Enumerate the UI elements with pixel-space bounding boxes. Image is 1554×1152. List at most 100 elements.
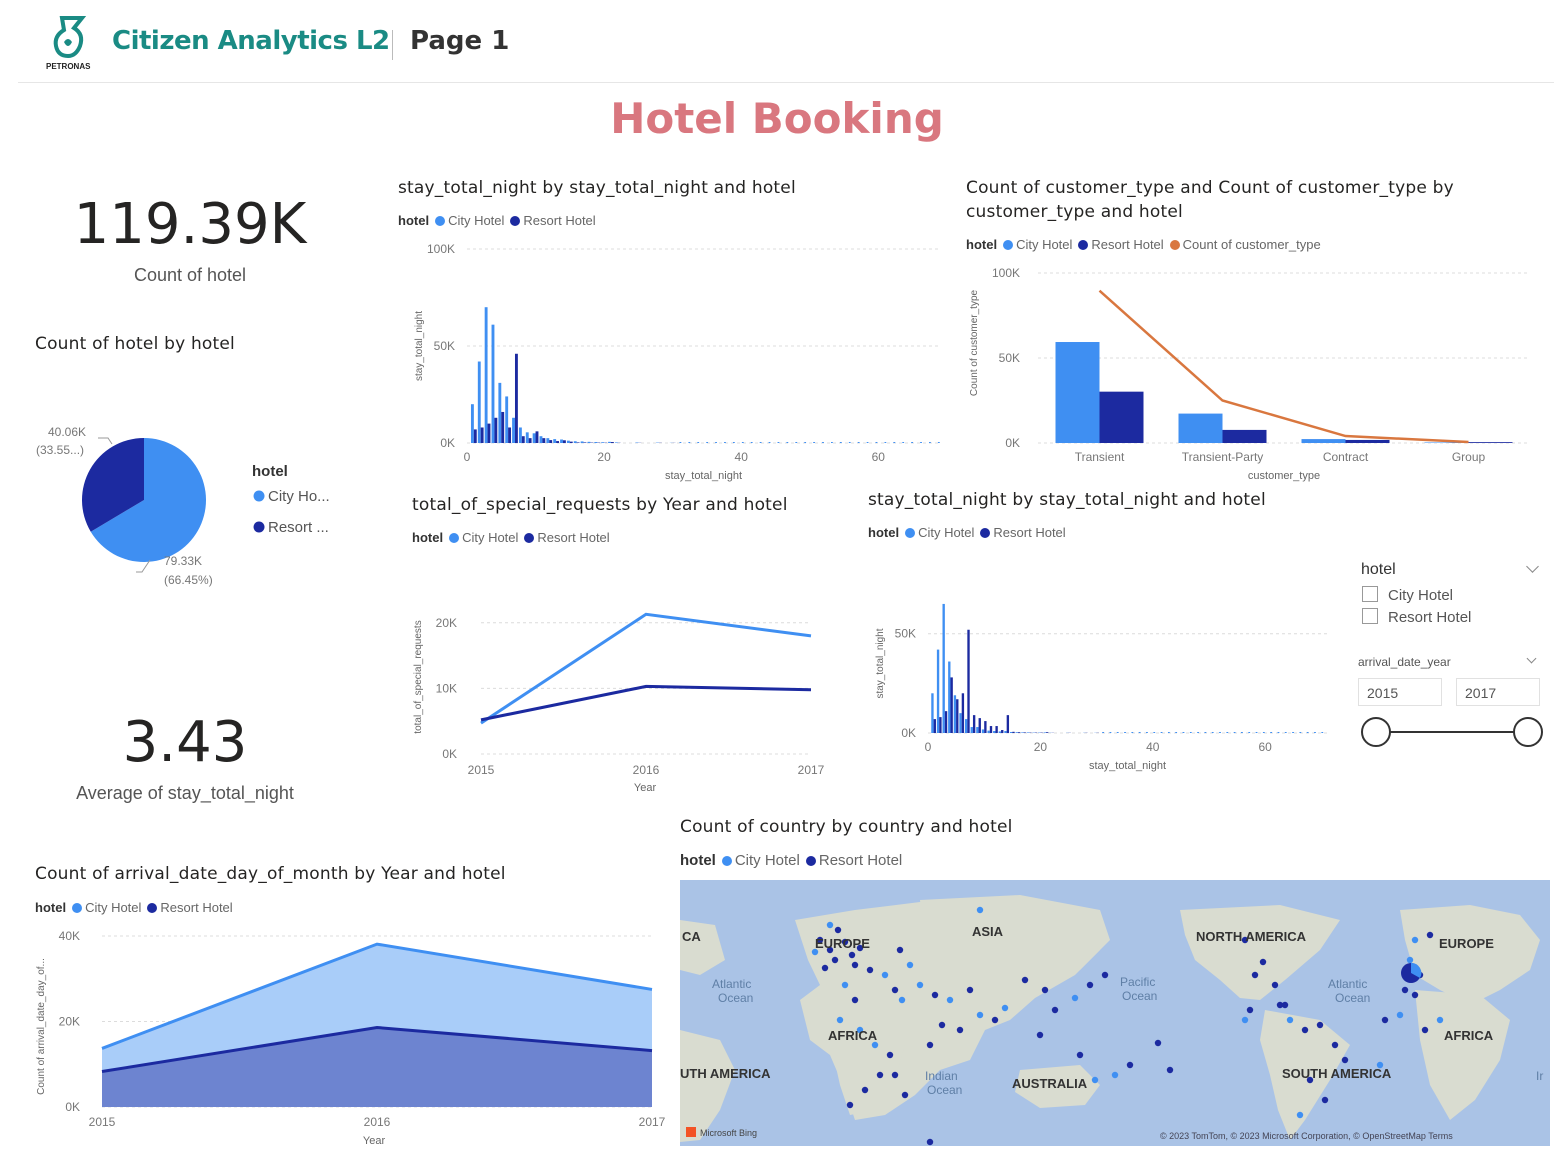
bar-resort (956, 699, 959, 733)
y-tick-label: 0K (901, 726, 916, 740)
bar-city (470, 404, 474, 443)
tail-bar (1248, 732, 1251, 733)
map-bubble (916, 981, 924, 989)
requests-chart[interactable]: 0K 10K 20K 2015 2016 2017 Year total_of_special… (405, 580, 835, 800)
bar-city (614, 442, 618, 443)
x-axis-label: stay_total_night (1089, 760, 1166, 772)
tail-bar (839, 442, 842, 443)
map-bubble (826, 921, 834, 929)
hotel-slicer-option-city[interactable]: City Hotel (1362, 586, 1453, 604)
x-tick-label: Transient-Party (1182, 450, 1264, 464)
tail-bar (831, 442, 833, 443)
tail-bar (884, 442, 887, 443)
tail-bar (1124, 732, 1126, 733)
bar-resort (569, 441, 573, 443)
bar-city (1301, 439, 1346, 443)
tail-bar (1321, 732, 1324, 733)
map-bubble (1036, 1031, 1044, 1039)
bar-resort (1023, 732, 1026, 733)
bar-resort (528, 438, 532, 443)
y-tick-label: 0K (440, 436, 455, 450)
bar-resort (984, 721, 987, 733)
area-chart[interactable]: 0K 20K 40K 2015 2016 2017 Year Count of arrival… (30, 925, 675, 1150)
bar-resort (494, 417, 498, 443)
tail-bar (1189, 732, 1192, 733)
map-bubble (1166, 1066, 1174, 1074)
hist1-legend: hotel City Hotel Resort Hotel (398, 213, 602, 228)
map-bubble (956, 1026, 964, 1034)
bar-city (1009, 732, 1013, 733)
header-divider (18, 82, 1554, 83)
svg-text:Indian: Indian (925, 1069, 958, 1083)
hist1-chart[interactable]: 0K 50K 100K 0 20 40 60 stay_total_night stay_tot… (395, 236, 950, 488)
hotel-slicer-option-resort[interactable]: Resort Hotel (1362, 608, 1471, 626)
bar-resort (1222, 429, 1267, 443)
bar-resort (576, 442, 580, 443)
bar-resort (487, 423, 491, 443)
x-tick-label: 2016 (633, 763, 660, 777)
bar-city (1021, 732, 1024, 733)
tail-bar (804, 442, 807, 443)
custtype-chart[interactable]: 0K 50K 100K Transient Transient-Party Contrac… (960, 260, 1540, 490)
x-tick-label: 2015 (89, 1115, 116, 1129)
hist2-chart[interactable]: 0K 50K 0 20 40 60 stay_total_night stay_total_n… (865, 575, 1335, 780)
page-name[interactable]: Page 1 (410, 26, 509, 56)
logo-text: PETRONAS (46, 62, 91, 71)
bar-resort (1468, 442, 1513, 443)
map-bubble (831, 956, 839, 964)
bar-resort (967, 629, 970, 733)
world-map[interactable]: CA EUROPE ASIA NORTH AMERICA EUROPE AFRI… (680, 880, 1550, 1146)
requests-title: total_of_special_requests by Year and ho… (412, 495, 788, 515)
tail-bar (724, 442, 726, 443)
year-range-slider[interactable] (1356, 714, 1550, 754)
x-tick-label: Contract (1323, 450, 1369, 464)
map-canvas[interactable]: CA EUROPE ASIA NORTH AMERICA EUROPE AFRI… (680, 880, 1550, 1146)
map-bubble (881, 971, 889, 979)
map-bubble (991, 1016, 999, 1024)
year-from-input[interactable]: 2015 (1358, 678, 1442, 706)
map-bubble (906, 961, 914, 969)
tail-bar (1175, 732, 1178, 733)
svg-text:Ocean: Ocean (718, 991, 753, 1005)
bar-resort (480, 427, 484, 443)
tail-bar (750, 442, 753, 443)
bar-resort (610, 442, 614, 443)
bar-city (1178, 413, 1223, 443)
bar-city (505, 396, 509, 443)
y-tick-label: 20K (436, 616, 457, 630)
tail-bar (1102, 732, 1105, 733)
y-tick-label: 50K (895, 627, 916, 641)
map-bubble (946, 996, 954, 1004)
tail-bar (1204, 732, 1207, 733)
map-bubble (821, 964, 829, 972)
tail-bar (679, 442, 682, 443)
bar-city (546, 438, 550, 443)
tail-bar (768, 442, 771, 443)
map-bubble (1041, 986, 1049, 994)
y-tick-label: 40K (59, 929, 80, 943)
bar-city (560, 439, 563, 443)
year-slicer-chevron-down-icon[interactable] (1526, 653, 1537, 664)
tail-bar (1219, 732, 1221, 733)
map-copyright: © 2023 TomTom, © 2023 Microsoft Corporat… (1160, 1131, 1453, 1141)
map-bubble (1426, 931, 1434, 939)
y-tick-label: 100K (992, 266, 1020, 280)
bar-resort (508, 427, 512, 443)
year-to-input[interactable]: 2017 (1456, 678, 1540, 706)
x-tick-label: 40 (1146, 740, 1160, 754)
hotel-slicer-chevron-down-icon[interactable] (1526, 560, 1539, 573)
svg-text:Ir: Ir (1536, 1069, 1543, 1083)
tail-bar (1255, 732, 1258, 733)
bar-resort (950, 677, 953, 733)
y-tick-label: 0K (65, 1100, 80, 1114)
bar-resort (978, 718, 981, 733)
pie-chart[interactable]: 40.06K (33.55...) 79.33K (66.45%) hotel … (30, 420, 360, 600)
tail-bar (1292, 732, 1294, 733)
report-title: Hotel Booking (610, 94, 944, 143)
tail-bar (1138, 732, 1141, 733)
svg-text:Ocean: Ocean (1335, 991, 1370, 1005)
map-label-north-america: NORTH AMERICA (1196, 929, 1307, 944)
bar-city (987, 730, 990, 733)
y-axis-label: stay_total_night (875, 628, 886, 698)
bar-resort (549, 440, 553, 443)
